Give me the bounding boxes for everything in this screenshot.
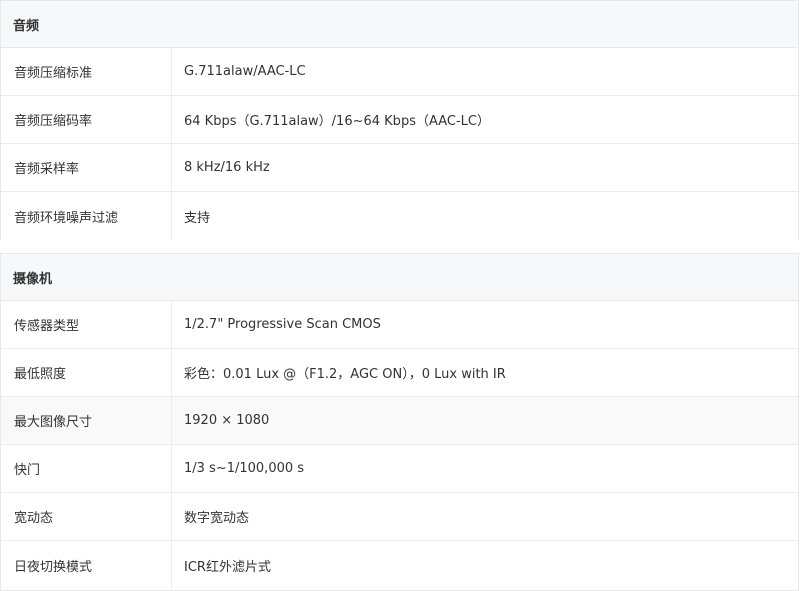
- spec-value: 8 kHz/16 kHz: [184, 160, 270, 175]
- section-title-audio: 音频: [1, 1, 798, 48]
- spec-value: 1/2.7" Progressive Scan CMOS: [184, 317, 381, 332]
- spec-row: 音频压缩码率 64 Kbps（G.711alaw）/16~64 Kbps（AAC…: [1, 96, 798, 144]
- spec-row: 宽动态 数字宽动态: [1, 493, 798, 541]
- spec-value: 1/3 s~1/100,000 s: [184, 461, 305, 476]
- spec-value: G.711alaw/AAC-LC: [184, 64, 306, 79]
- spec-row: 日夜切换模式 ICR红外滤片式: [1, 541, 798, 589]
- spec-label: 宽动态: [1, 493, 172, 540]
- spec-row: 最低照度 彩色：0.01 Lux @（F1.2，AGC ON），0 Lux wi…: [1, 349, 798, 397]
- spec-row: 音频压缩标准 G.711alaw/AAC-LC: [1, 48, 798, 96]
- spec-label: 传感器类型: [1, 301, 172, 348]
- spec-label: 音频采样率: [1, 144, 172, 191]
- camera-spec-section: 摄像机 传感器类型 1/2.7" Progressive Scan CMOS 最…: [0, 253, 799, 591]
- section-title-camera: 摄像机: [1, 254, 798, 301]
- spec-label: 音频压缩标准: [1, 48, 172, 95]
- audio-spec-section: 音频 音频压缩标准 G.711alaw/AAC-LC 音频压缩码率 64 Kbp…: [0, 0, 799, 240]
- spec-label: 最大图像尺寸: [1, 397, 172, 444]
- spec-value: 支持: [184, 210, 211, 226]
- spec-row: 快门 1/3 s~1/100,000 s: [1, 445, 798, 493]
- spec-label: 音频压缩码率: [1, 96, 172, 143]
- spec-label: 最低照度: [1, 349, 172, 396]
- spec-row: 最大图像尺寸 1920 × 1080: [1, 397, 798, 445]
- spec-value: 数字宽动态: [184, 511, 250, 526]
- spec-row: 音频环境噪声过滤 支持: [1, 192, 798, 240]
- spec-value: 彩色：0.01 Lux @（F1.2，AGC ON），0 Lux with IR: [184, 367, 506, 382]
- spec-value: 1920 × 1080: [184, 413, 270, 428]
- spec-row: 音频采样率 8 kHz/16 kHz: [1, 144, 798, 192]
- spec-label: 音频环境噪声过滤: [1, 192, 172, 240]
- spec-label: 日夜切换模式: [1, 541, 172, 589]
- spec-value: 64 Kbps（G.711alaw）/16~64 Kbps（AAC-LC）: [184, 114, 490, 129]
- spec-row: 传感器类型 1/2.7" Progressive Scan CMOS: [1, 301, 798, 349]
- spec-label: 快门: [1, 445, 172, 492]
- spec-value: ICR红外滤片式: [184, 559, 271, 575]
